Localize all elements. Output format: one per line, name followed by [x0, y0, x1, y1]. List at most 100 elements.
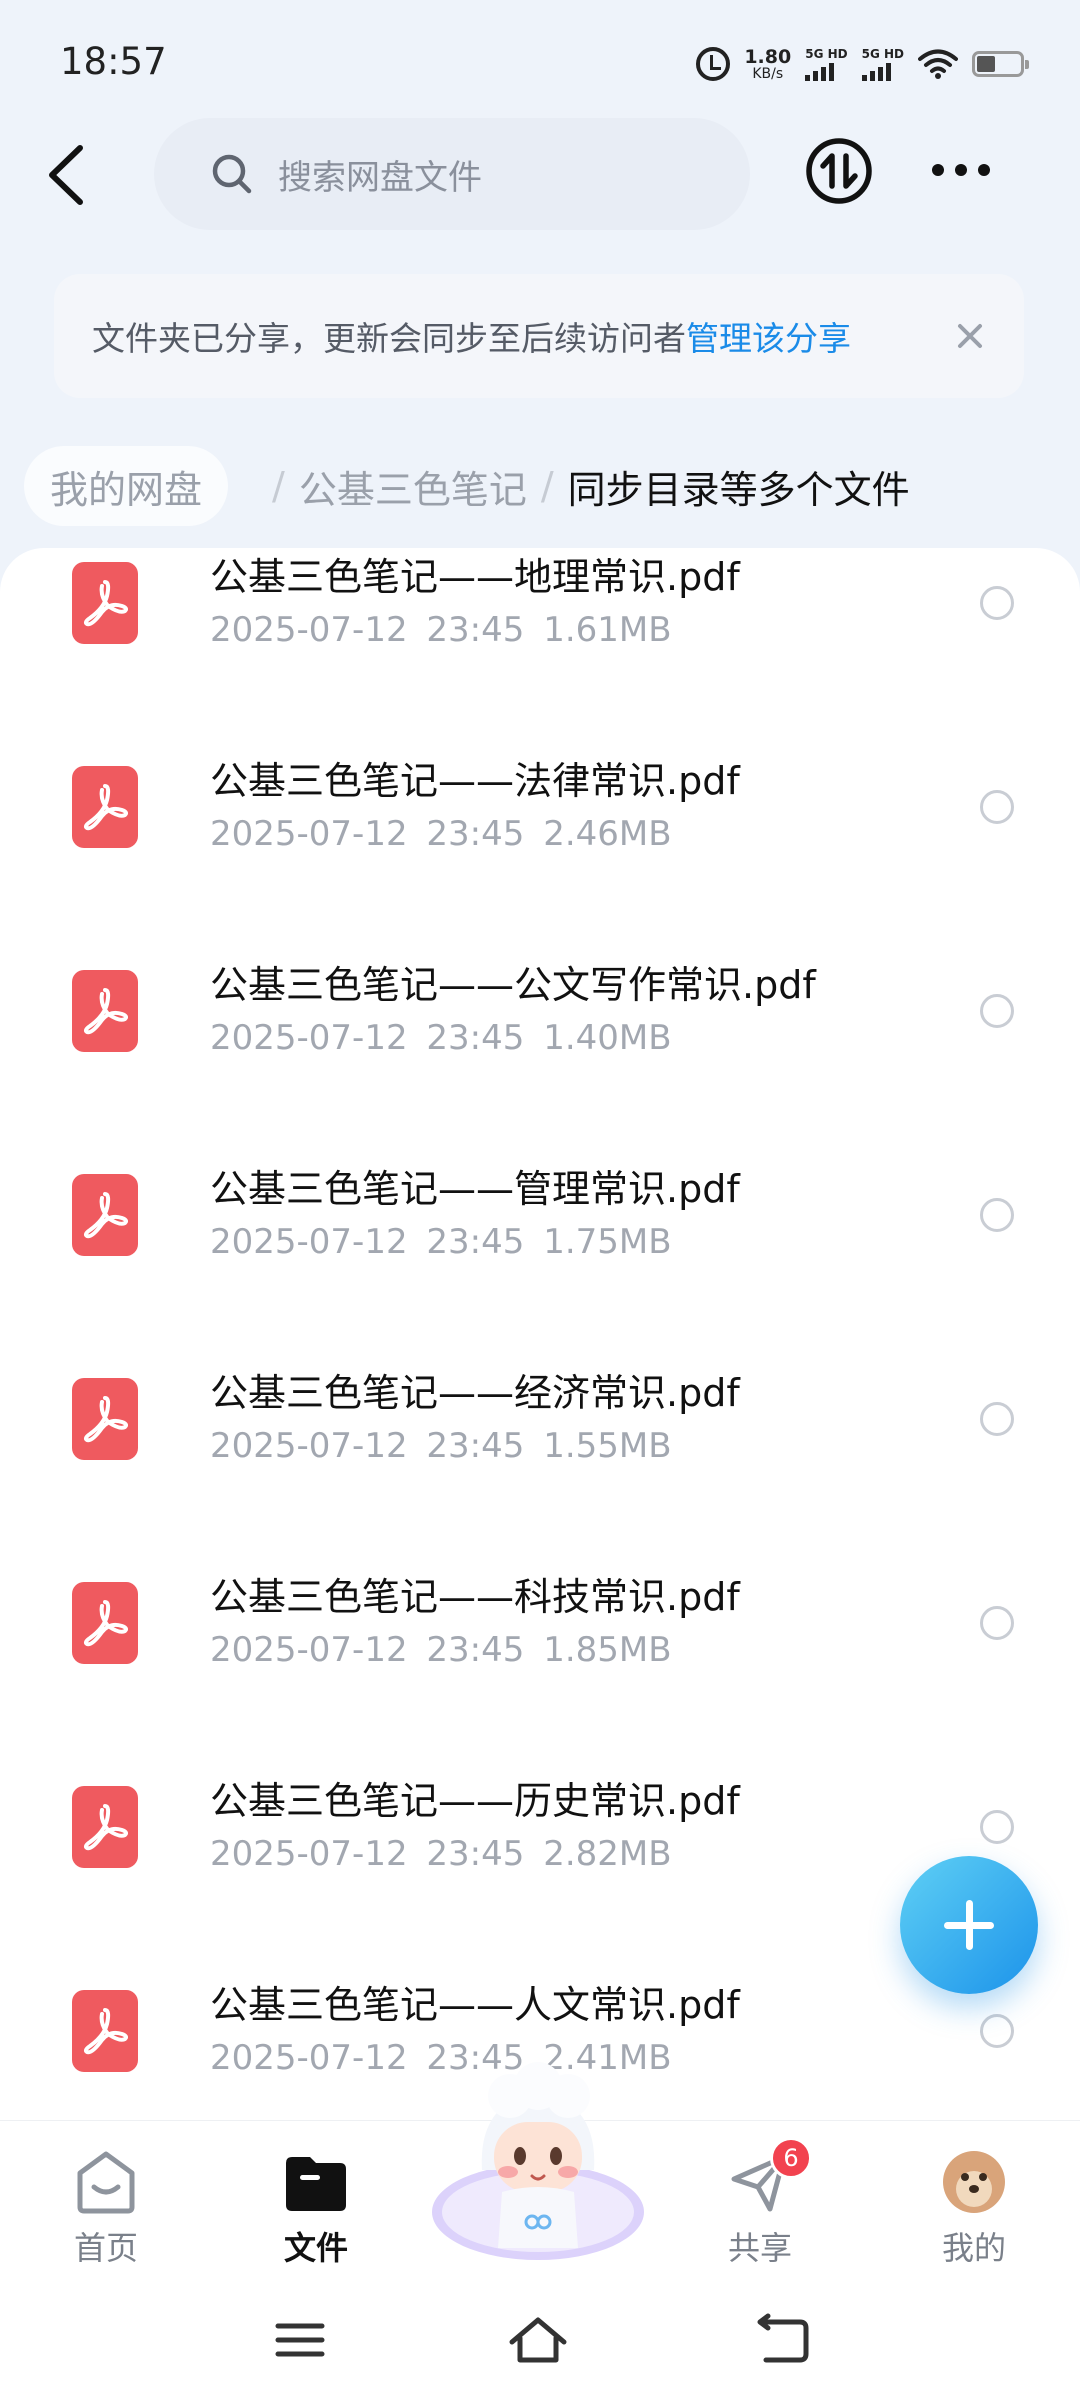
file-time: 23:45 — [426, 1630, 525, 1670]
file-name: 公基三色笔记——历史常识.pdf — [210, 1779, 740, 1823]
file-meta: 2025-07-12 23:45 2.82MB — [210, 1834, 672, 1874]
wifi-icon — [918, 49, 958, 79]
pdf-file-icon — [72, 1786, 138, 1868]
file-meta: 2025-07-12 23:45 2.46MB — [210, 814, 672, 854]
more-icon — [932, 164, 944, 176]
select-checkbox[interactable] — [980, 1606, 1014, 1640]
share-notice-text: 文件夹已分享，更新会同步至后续访问者 — [92, 319, 686, 358]
breadcrumb-folder[interactable]: 公基三色笔记 — [299, 459, 527, 514]
file-date: 2025-07-12 — [210, 2038, 408, 2078]
file-time: 23:45 — [426, 1834, 525, 1874]
pdf-file-icon — [72, 1582, 138, 1664]
more-icon — [955, 164, 967, 176]
search-icon — [212, 154, 252, 194]
file-time: 23:45 — [426, 610, 525, 650]
file-date: 2025-07-12 — [210, 1222, 408, 1262]
network-speed: 1.80 KB/s — [744, 45, 792, 81]
assistant-mascot-icon[interactable] — [428, 2062, 648, 2272]
back-button[interactable] — [36, 130, 96, 220]
file-name: 公基三色笔记——人文常识.pdf — [210, 1983, 740, 2027]
status-time: 18:57 — [60, 40, 167, 83]
nav-files-label: 文件 — [283, 2229, 348, 2267]
more-button[interactable] — [932, 150, 998, 190]
nav-home-label: 首页 — [73, 2229, 138, 2267]
home-system-icon[interactable] — [508, 2310, 568, 2370]
file-meta: 2025-07-12 23:45 1.40MB — [210, 1018, 672, 1058]
nav-profile[interactable]: 我的 — [904, 2141, 1044, 2267]
select-checkbox[interactable] — [980, 790, 1014, 824]
breadcrumb-home[interactable]: 我的网盘 — [24, 446, 229, 526]
pdf-file-icon — [72, 970, 138, 1052]
file-date: 2025-07-12 — [210, 1018, 408, 1058]
search-input[interactable]: 搜索网盘文件 — [154, 118, 750, 230]
transfer-icon — [806, 138, 872, 204]
file-size: 2.82MB — [543, 1834, 672, 1874]
signal-sim2: 5G HD — [861, 46, 904, 81]
file-meta: 2025-07-12 23:45 1.61MB — [210, 610, 672, 650]
select-checkbox[interactable] — [980, 586, 1014, 620]
file-time: 23:45 — [426, 1222, 525, 1262]
share-badge: 6 — [770, 2137, 812, 2179]
file-date: 2025-07-12 — [210, 610, 408, 650]
file-name: 公基三色笔记——法律常识.pdf — [210, 759, 740, 803]
file-meta: 2025-07-12 23:45 1.85MB — [210, 1630, 672, 1670]
manage-share-link[interactable]: 管理该分享 — [686, 312, 851, 360]
signal-sim2-label: 5G HD — [861, 46, 904, 61]
back-system-icon[interactable] — [752, 2310, 812, 2370]
add-button[interactable] — [900, 1856, 1038, 1994]
breadcrumb-separator: / — [540, 464, 554, 508]
system-navigation-bar — [0, 2270, 1080, 2408]
file-meta: 2025-07-12 23:45 1.55MB — [210, 1426, 672, 1466]
file-row[interactable]: 公基三色笔记——经济常识.pdf 2025-07-12 23:45 1.55MB — [0, 1340, 1080, 1544]
file-date: 2025-07-12 — [210, 1834, 408, 1874]
pdf-file-icon — [72, 1378, 138, 1460]
file-size: 1.40MB — [543, 1018, 672, 1058]
folder-icon — [286, 2157, 346, 2211]
file-size: 1.55MB — [543, 1426, 672, 1466]
pdf-file-icon — [72, 1990, 138, 2072]
file-size: 1.75MB — [543, 1222, 672, 1262]
file-time: 23:45 — [426, 814, 525, 854]
home-icon — [77, 2151, 135, 2214]
close-icon[interactable] — [950, 316, 990, 356]
more-icon — [978, 164, 990, 176]
nav-profile-label: 我的 — [941, 2229, 1006, 2267]
signal-sim1: 5G HD — [805, 48, 848, 81]
file-row[interactable]: 公基三色笔记——地理常识.pdf 2025-07-12 23:45 1.61MB — [0, 548, 1080, 728]
network-speed-value: 1.80 — [744, 45, 792, 68]
file-date: 2025-07-12 — [210, 1630, 408, 1670]
select-checkbox[interactable] — [980, 1810, 1014, 1844]
file-meta: 2025-07-12 23:45 1.75MB — [210, 1222, 672, 1262]
nav-share[interactable]: 6 共享 — [690, 2137, 830, 2267]
select-checkbox[interactable] — [980, 1198, 1014, 1232]
menu-icon[interactable] — [270, 2310, 330, 2370]
battery-icon — [972, 51, 1029, 77]
file-date: 2025-07-12 — [210, 814, 408, 854]
file-size: 1.61MB — [543, 610, 672, 650]
file-date: 2025-07-12 — [210, 1426, 408, 1466]
profile-avatar-icon — [943, 2151, 1005, 2213]
select-checkbox[interactable] — [980, 2014, 1014, 2048]
pdf-file-icon — [72, 562, 138, 644]
file-row[interactable]: 公基三色笔记——法律常识.pdf 2025-07-12 23:45 2.46MB — [0, 728, 1080, 932]
file-row[interactable]: 公基三色笔记——公文写作常识.pdf 2025-07-12 23:45 1.40M… — [0, 932, 1080, 1136]
signal-bars-icon — [805, 62, 835, 81]
select-checkbox[interactable] — [980, 1402, 1014, 1436]
share-notice-banner: 文件夹已分享，更新会同步至后续访问者 管理该分享 — [54, 274, 1024, 398]
file-size: 2.46MB — [543, 814, 672, 854]
search-placeholder: 搜索网盘文件 — [278, 157, 482, 198]
transfer-button[interactable] — [804, 136, 874, 206]
file-row[interactable]: 公基三色笔记——管理常识.pdf 2025-07-12 23:45 1.75MB — [0, 1136, 1080, 1340]
file-name: 公基三色笔记——公文写作常识.pdf — [210, 963, 816, 1007]
signal-bars-icon — [861, 62, 891, 81]
back-icon — [49, 145, 83, 205]
nav-home[interactable]: 首页 — [36, 2141, 176, 2267]
nav-share-label: 共享 — [727, 2229, 792, 2267]
status-bar: 18:57 1.80 KB/s 5G HD 5G HD — [0, 0, 1080, 120]
file-name: 公基三色笔记——科技常识.pdf — [210, 1575, 740, 1619]
select-checkbox[interactable] — [980, 994, 1014, 1028]
file-row[interactable]: 公基三色笔记——科技常识.pdf 2025-07-12 23:45 1.85MB — [0, 1544, 1080, 1748]
file-time: 23:45 — [426, 1426, 525, 1466]
status-icons: 1.80 KB/s 5G HD 5G HD — [696, 42, 1029, 86]
nav-files[interactable]: 文件 — [246, 2141, 386, 2267]
